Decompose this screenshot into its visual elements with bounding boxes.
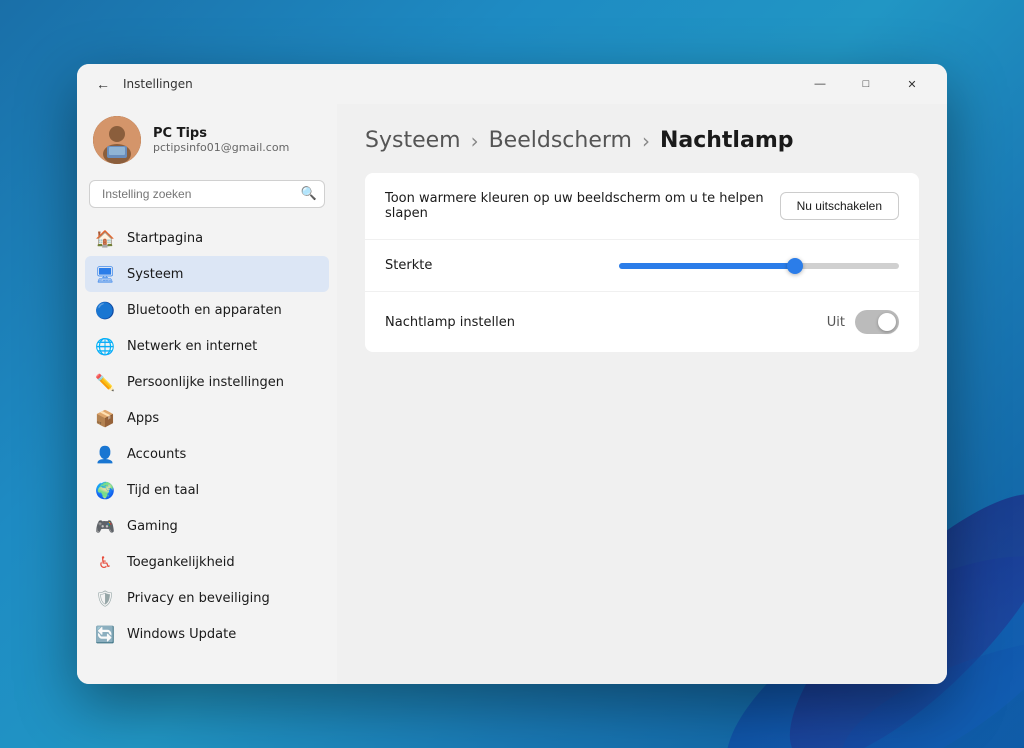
breadcrumb-current: Nachtlamp <box>660 128 794 153</box>
description-row: Toon warmere kleuren op uw beeldscherm o… <box>365 173 919 240</box>
system-icon: 🖥 <box>95 264 115 284</box>
sidebar-item-time[interactable]: 🌍 Tijd en taal <box>85 472 329 508</box>
maximize-button[interactable]: □ <box>843 68 889 100</box>
strength-label: Sterkte <box>385 258 619 273</box>
sidebar-label-accessibility: Toegankelijkheid <box>127 555 235 570</box>
user-email: pctipsinfo01@gmail.com <box>153 141 289 154</box>
breadcrumb: Systeem › Beeldscherm › Nachtlamp <box>365 128 919 153</box>
sidebar: PC Tips pctipsinfo01@gmail.com 🔍 🏠 Startp… <box>77 104 337 684</box>
accounts-icon: 👤 <box>95 444 115 464</box>
sidebar-label-gaming: Gaming <box>127 519 178 534</box>
search-icon: 🔍 <box>301 187 317 202</box>
nightlight-toggle[interactable] <box>855 310 899 334</box>
schedule-row: Nachtlamp instellen Uit <box>365 292 919 352</box>
description-text: Toon warmere kleuren op uw beeldscherm o… <box>385 191 780 221</box>
breadcrumb-part1: Systeem <box>365 128 461 153</box>
sidebar-label-system: Systeem <box>127 267 183 282</box>
toggle-state-label: Uit <box>827 315 845 330</box>
sidebar-item-update[interactable]: 🔄 Windows Update <box>85 616 329 652</box>
apps-icon: 📦 <box>95 408 115 428</box>
network-icon: 🌐 <box>95 336 115 356</box>
sidebar-item-privacy[interactable]: 🛡 Privacy en beveiliging <box>85 580 329 616</box>
user-info: PC Tips pctipsinfo01@gmail.com <box>153 126 289 154</box>
nightlight-card: Toon warmere kleuren op uw beeldscherm o… <box>365 173 919 352</box>
sidebar-label-personalize: Persoonlijke instellingen <box>127 375 284 390</box>
update-icon: 🔄 <box>95 624 115 644</box>
breadcrumb-sep1: › <box>471 129 479 153</box>
sidebar-label-time: Tijd en taal <box>127 483 199 498</box>
toggle-container: Uit <box>827 310 899 334</box>
close-button[interactable]: ✕ <box>889 68 935 100</box>
time-icon: 🌍 <box>95 480 115 500</box>
slider-track[interactable] <box>619 263 899 269</box>
settings-window: ← Instellingen — □ ✕ <box>77 64 947 684</box>
window-title: Instellingen <box>123 77 797 91</box>
window-controls: — □ ✕ <box>797 68 935 100</box>
titlebar: ← Instellingen — □ ✕ <box>77 64 947 104</box>
sidebar-label-update: Windows Update <box>127 627 236 642</box>
back-button[interactable]: ← <box>89 70 117 98</box>
home-icon: 🏠 <box>95 228 115 248</box>
user-name: PC Tips <box>153 126 289 141</box>
strength-slider-container <box>619 263 899 269</box>
disable-button[interactable]: Nu uitschakelen <box>780 192 899 220</box>
sidebar-item-network[interactable]: 🌐 Netwerk en internet <box>85 328 329 364</box>
nav-list: 🏠 Startpagina 🖥 Systeem 🔵 Bluetooth en appara… <box>77 220 337 652</box>
sidebar-label-network: Netwerk en internet <box>127 339 257 354</box>
strength-row: Sterkte <box>365 240 919 292</box>
slider-thumb[interactable] <box>787 258 803 274</box>
sidebar-label-privacy: Privacy en beveiliging <box>127 591 270 606</box>
breadcrumb-sep2: › <box>642 129 650 153</box>
sidebar-label-home: Startpagina <box>127 231 203 246</box>
accessibility-icon: ♿ <box>95 552 115 572</box>
sidebar-item-accessibility[interactable]: ♿ Toegankelijkheid <box>85 544 329 580</box>
gaming-icon: 🎮 <box>95 516 115 536</box>
search-input[interactable] <box>89 180 325 208</box>
toggle-knob <box>878 313 896 331</box>
sidebar-label-apps: Apps <box>127 411 159 426</box>
sidebar-item-accounts[interactable]: 👤 Accounts <box>85 436 329 472</box>
personalize-icon: ✏️ <box>95 372 115 392</box>
sidebar-item-gaming[interactable]: 🎮 Gaming <box>85 508 329 544</box>
sidebar-item-system[interactable]: 🖥 Systeem <box>85 256 329 292</box>
user-profile: PC Tips pctipsinfo01@gmail.com <box>77 104 337 180</box>
privacy-icon: 🛡 <box>95 588 115 608</box>
breadcrumb-part2: Beeldscherm <box>489 128 632 153</box>
avatar <box>93 116 141 164</box>
main-content: PC Tips pctipsinfo01@gmail.com 🔍 🏠 Startp… <box>77 104 947 684</box>
avatar-image <box>93 116 141 164</box>
sidebar-item-apps[interactable]: 📦 Apps <box>85 400 329 436</box>
content-area: Systeem › Beeldscherm › Nachtlamp Toon w… <box>337 104 947 684</box>
slider-fill <box>619 263 795 269</box>
bluetooth-icon: 🔵 <box>95 300 115 320</box>
sidebar-label-bluetooth: Bluetooth en apparaten <box>127 303 282 318</box>
sidebar-item-home[interactable]: 🏠 Startpagina <box>85 220 329 256</box>
sidebar-item-bluetooth[interactable]: 🔵 Bluetooth en apparaten <box>85 292 329 328</box>
sidebar-item-personalize[interactable]: ✏️ Persoonlijke instellingen <box>85 364 329 400</box>
schedule-label: Nachtlamp instellen <box>385 315 827 330</box>
search-box: 🔍 <box>89 180 325 208</box>
minimize-button[interactable]: — <box>797 68 843 100</box>
sidebar-label-accounts: Accounts <box>127 447 186 462</box>
